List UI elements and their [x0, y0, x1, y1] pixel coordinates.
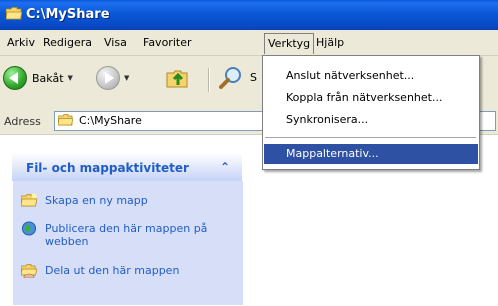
toolbar-separator [208, 68, 209, 92]
folder-icon [58, 114, 73, 126]
up-folder-button[interactable] [165, 65, 191, 91]
menu-bar: Arkiv Redigera Visa Favoriter Verktyg Hj… [0, 30, 498, 56]
address-label: Adress [4, 115, 41, 128]
back-label: Bakåt [32, 71, 64, 85]
task-label: Publicera den här mappen på webben [45, 222, 208, 248]
search-button[interactable]: S [218, 65, 268, 91]
chevron-down-icon[interactable]: ▼ [68, 74, 73, 82]
menu-separator [265, 137, 476, 138]
task-pane: Fil- och mappaktiviteter ⌃ Skapa en ny m… [0, 135, 260, 306]
menu-arkiv[interactable]: Arkiv [4, 35, 38, 51]
menu-item-synchronize[interactable]: Synkronisera... [264, 110, 478, 130]
task-label: Dela ut den här mappen [45, 264, 180, 277]
menu-redigera[interactable]: Redigera [40, 35, 95, 51]
menu-favoriter[interactable]: Favoriter [140, 35, 194, 51]
new-folder-icon [21, 193, 37, 207]
menu-item-map-network-drive[interactable]: Anslut nätverksenhet... [264, 66, 478, 86]
publish-web-icon [21, 221, 37, 236]
task-label: Skapa en ny mapp [45, 194, 148, 207]
menu-verktyg[interactable]: Verktyg [264, 33, 315, 54]
search-icon [219, 67, 241, 89]
forward-button[interactable]: ▼ [96, 64, 129, 92]
title-bar: C:\MyShare [0, 0, 498, 30]
up-folder-icon [166, 70, 188, 88]
task-pane-title: Fil- och mappaktiviteter [26, 161, 189, 175]
menu-hjalp[interactable]: Hjälp [313, 35, 347, 51]
chevron-down-icon[interactable]: ▼ [124, 74, 129, 82]
folder-icon [6, 7, 22, 20]
menu-item-folder-options[interactable]: Mappalternativ... [264, 144, 478, 164]
menu-visa[interactable]: Visa [101, 35, 130, 51]
back-button[interactable]: Bakåt ▼ [3, 64, 73, 92]
window-title: C:\MyShare [26, 7, 110, 22]
search-label: S [250, 71, 257, 84]
forward-arrow-icon [96, 66, 120, 90]
task-pane-header[interactable]: Fil- och mappaktiviteter ⌃ [12, 153, 242, 181]
collapse-chevron-icon[interactable]: ⌃ [220, 160, 230, 174]
address-value: C:\MyShare [79, 114, 142, 127]
tools-menu: Anslut nätverksenhet... Koppla från nätv… [262, 55, 480, 170]
share-folder-icon [21, 264, 37, 278]
task-pane-body: Skapa en ny mapp Publicera den här mappe… [12, 181, 244, 306]
back-arrow-icon [3, 66, 27, 90]
menu-item-disconnect-network-drive[interactable]: Koppla från nätverksenhet... [264, 88, 478, 108]
